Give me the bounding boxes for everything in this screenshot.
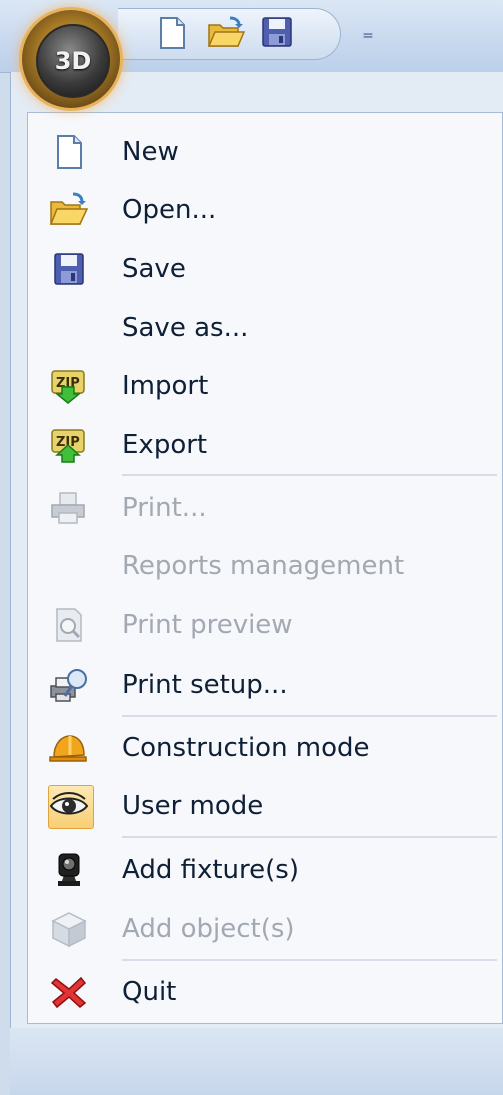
menu-item-print-preview[interactable]: Print preview <box>28 596 502 652</box>
menu-item-label: Save <box>122 254 186 284</box>
menu-item-label: Print preview <box>122 610 293 640</box>
menu-item-print[interactable]: Print... <box>28 479 502 535</box>
menu-item-label: Save as... <box>122 313 249 343</box>
menu-item-import[interactable]: ZIP Import <box>28 357 502 413</box>
hard-hat-icon <box>49 735 87 762</box>
new-document-icon <box>57 135 82 169</box>
menu-item-add-objects[interactable]: Add object(s) <box>28 900 502 956</box>
menu-item-label: Print setup... <box>122 670 288 700</box>
menu-item-label: New <box>122 137 179 167</box>
menu-item-label: Construction mode <box>122 733 370 763</box>
menu-item-label: Print... <box>122 493 207 523</box>
menu-item-user-mode[interactable]: User mode <box>28 777 502 833</box>
save-disk-icon <box>262 17 292 47</box>
menu-item-label: Open... <box>122 195 217 225</box>
close-x-icon <box>50 976 87 1009</box>
menu-item-export[interactable]: ZIP Export <box>28 416 502 472</box>
application-menu: New Open... Save Save as... ZIP Import Z… <box>27 112 503 1024</box>
eye-icon <box>49 792 89 815</box>
menu-item-label: Add fixture(s) <box>122 855 299 885</box>
print-setup-icon <box>50 669 87 702</box>
menu-separator <box>122 474 497 476</box>
fixture-icon <box>58 853 80 886</box>
app-logo: 3D <box>36 24 110 98</box>
qat-save-button[interactable] <box>260 15 296 51</box>
menu-item-new[interactable]: New <box>28 123 502 179</box>
quick-access-toolbar <box>118 8 341 60</box>
menu-item-open[interactable]: Open... <box>28 181 502 237</box>
menu-separator <box>122 959 497 961</box>
menu-item-label: Quit <box>122 977 177 1007</box>
open-folder-icon <box>49 192 89 225</box>
menu-item-label: Export <box>122 430 208 460</box>
menu-item-label: Reports management <box>122 551 405 581</box>
import-zip-icon: ZIP <box>51 370 85 404</box>
menu-item-add-fixtures[interactable]: Add fixture(s) <box>28 841 502 897</box>
menu-item-save[interactable]: Save <box>28 240 502 296</box>
printer-icon <box>51 492 85 524</box>
menu-item-print-setup[interactable]: Print setup... <box>28 656 502 712</box>
export-zip-icon: ZIP <box>51 429 85 463</box>
menu-item-label: User mode <box>122 791 264 821</box>
new-document-icon <box>160 17 185 49</box>
qat-new-button[interactable] <box>154 15 190 51</box>
menu-separator <box>122 715 497 717</box>
application-menu-button[interactable]: 3D <box>22 10 120 108</box>
customize-quick-access-button[interactable]: = <box>362 29 374 43</box>
menu-item-reports-management[interactable]: Reports management <box>28 537 502 593</box>
menu-item-quit[interactable]: Quit <box>28 963 502 1019</box>
menu-bottom-bar <box>10 1028 503 1095</box>
menu-item-construction-mode[interactable]: Construction mode <box>28 719 502 775</box>
menu-separator <box>122 836 497 838</box>
print-preview-icon <box>56 608 82 642</box>
menu-item-label: Import <box>122 371 209 401</box>
menu-item-label: Add object(s) <box>122 914 295 944</box>
open-folder-icon <box>207 16 246 47</box>
menu-item-save-as[interactable]: Save as... <box>28 299 502 355</box>
cube-icon <box>51 912 87 948</box>
save-disk-icon <box>54 253 84 285</box>
qat-open-button[interactable] <box>206 15 246 51</box>
